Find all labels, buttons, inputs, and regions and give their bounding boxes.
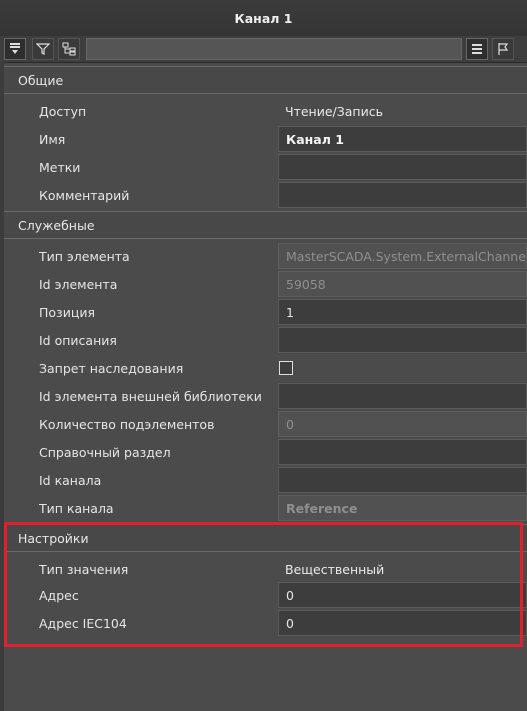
property-name: Доступ — [39, 103, 87, 119]
toolbar — [0, 36, 527, 63]
list-view-icon[interactable] — [466, 38, 488, 60]
property-name: Id элемента — [39, 276, 118, 292]
channel-id-field[interactable] — [278, 467, 527, 493]
property-row-channel-type: Тип канала Reference — [4, 494, 527, 522]
property-value: Чтение/Запись — [285, 103, 383, 119]
property-name: Имя — [39, 131, 66, 147]
reference-section-field[interactable] — [278, 439, 527, 465]
element-id-value: 59058 — [278, 271, 527, 297]
category-title: Настройки — [18, 530, 89, 546]
property-row-name: Имя Канал 1 — [4, 125, 527, 153]
property-row-comment: Комментарий — [4, 181, 527, 209]
property-name: Id элемента внешней библиотеки — [39, 388, 262, 404]
address-field[interactable]: 0 — [278, 582, 527, 608]
property-row-channel-id: Id канала — [4, 466, 527, 494]
flag-icon[interactable] — [492, 38, 514, 60]
property-row-inheritance-ban: Запрет наследования — [4, 354, 527, 382]
name-field[interactable]: Канал 1 — [278, 126, 527, 152]
channel-type-value: Reference — [278, 495, 527, 521]
element-type-value: MasterSCADA.System.ExternalChannel — [278, 243, 527, 269]
property-row-position: Позиция 1 — [4, 298, 527, 326]
property-row-description-id: Id описания — [4, 326, 527, 354]
property-name: Адрес — [39, 587, 79, 603]
category-title: Служебные — [18, 217, 95, 233]
property-name: Тип значения — [39, 561, 129, 577]
category-general[interactable]: Общие — [4, 66, 527, 94]
property-name: Метки — [39, 159, 81, 175]
iec104-address-field[interactable]: 0 — [278, 610, 527, 636]
property-name: Количество подэлементов — [39, 416, 215, 432]
category-title: Общие — [18, 72, 64, 88]
property-name: Адрес IEC104 — [39, 615, 127, 631]
description-id-field[interactable] — [278, 327, 527, 353]
hierarchy-icon[interactable] — [58, 38, 80, 60]
position-field[interactable]: 1 — [278, 299, 527, 325]
property-row-reference-section: Справочный раздел — [4, 438, 527, 466]
property-name: Тип элемента — [39, 248, 130, 264]
category-settings[interactable]: Настройки — [4, 524, 527, 552]
inheritance-ban-cell — [278, 355, 527, 381]
property-row-external-lib-id: Id элемента внешней библиотеки — [4, 382, 527, 410]
property-name: Позиция — [39, 304, 95, 320]
window-titlebar: Канал 1 — [0, 0, 527, 37]
filter-icon[interactable] — [32, 38, 54, 60]
property-row-subelement-count: Количество подэлементов 0 — [4, 410, 527, 438]
inheritance-ban-checkbox[interactable] — [279, 361, 293, 375]
property-name: Справочный раздел — [39, 444, 171, 460]
property-row-value-type: Тип значения Вещественный — [4, 555, 527, 583]
search-input[interactable] — [86, 38, 462, 60]
property-name: Id описания — [39, 332, 117, 348]
property-row-element-type: Тип элемента MasterSCADA.System.External… — [4, 242, 527, 270]
window-title: Канал 1 — [234, 10, 293, 26]
property-row-iec104-address: Адрес IEC104 0 — [4, 609, 527, 637]
category-service[interactable]: Служебные — [4, 211, 527, 239]
property-row-tags: Метки — [4, 153, 527, 181]
property-name: Id канала — [39, 472, 102, 488]
property-name: Запрет наследования — [39, 360, 184, 376]
external-lib-id-field[interactable] — [278, 383, 527, 409]
property-name: Комментарий — [39, 187, 130, 203]
sort-icon[interactable] — [4, 38, 26, 60]
tags-field[interactable] — [278, 154, 527, 180]
property-row-address: Адрес 0 — [4, 581, 527, 609]
value-type-value[interactable]: Вещественный — [278, 556, 527, 582]
comment-field[interactable] — [278, 182, 527, 208]
property-name: Тип канала — [39, 500, 114, 516]
property-grid: Общие Доступ Чтение/Запись Имя Канал 1 М… — [4, 64, 527, 711]
property-row-element-id: Id элемента 59058 — [4, 270, 527, 298]
property-row-access: Доступ Чтение/Запись — [4, 97, 527, 125]
subelement-count-value: 0 — [278, 411, 527, 437]
